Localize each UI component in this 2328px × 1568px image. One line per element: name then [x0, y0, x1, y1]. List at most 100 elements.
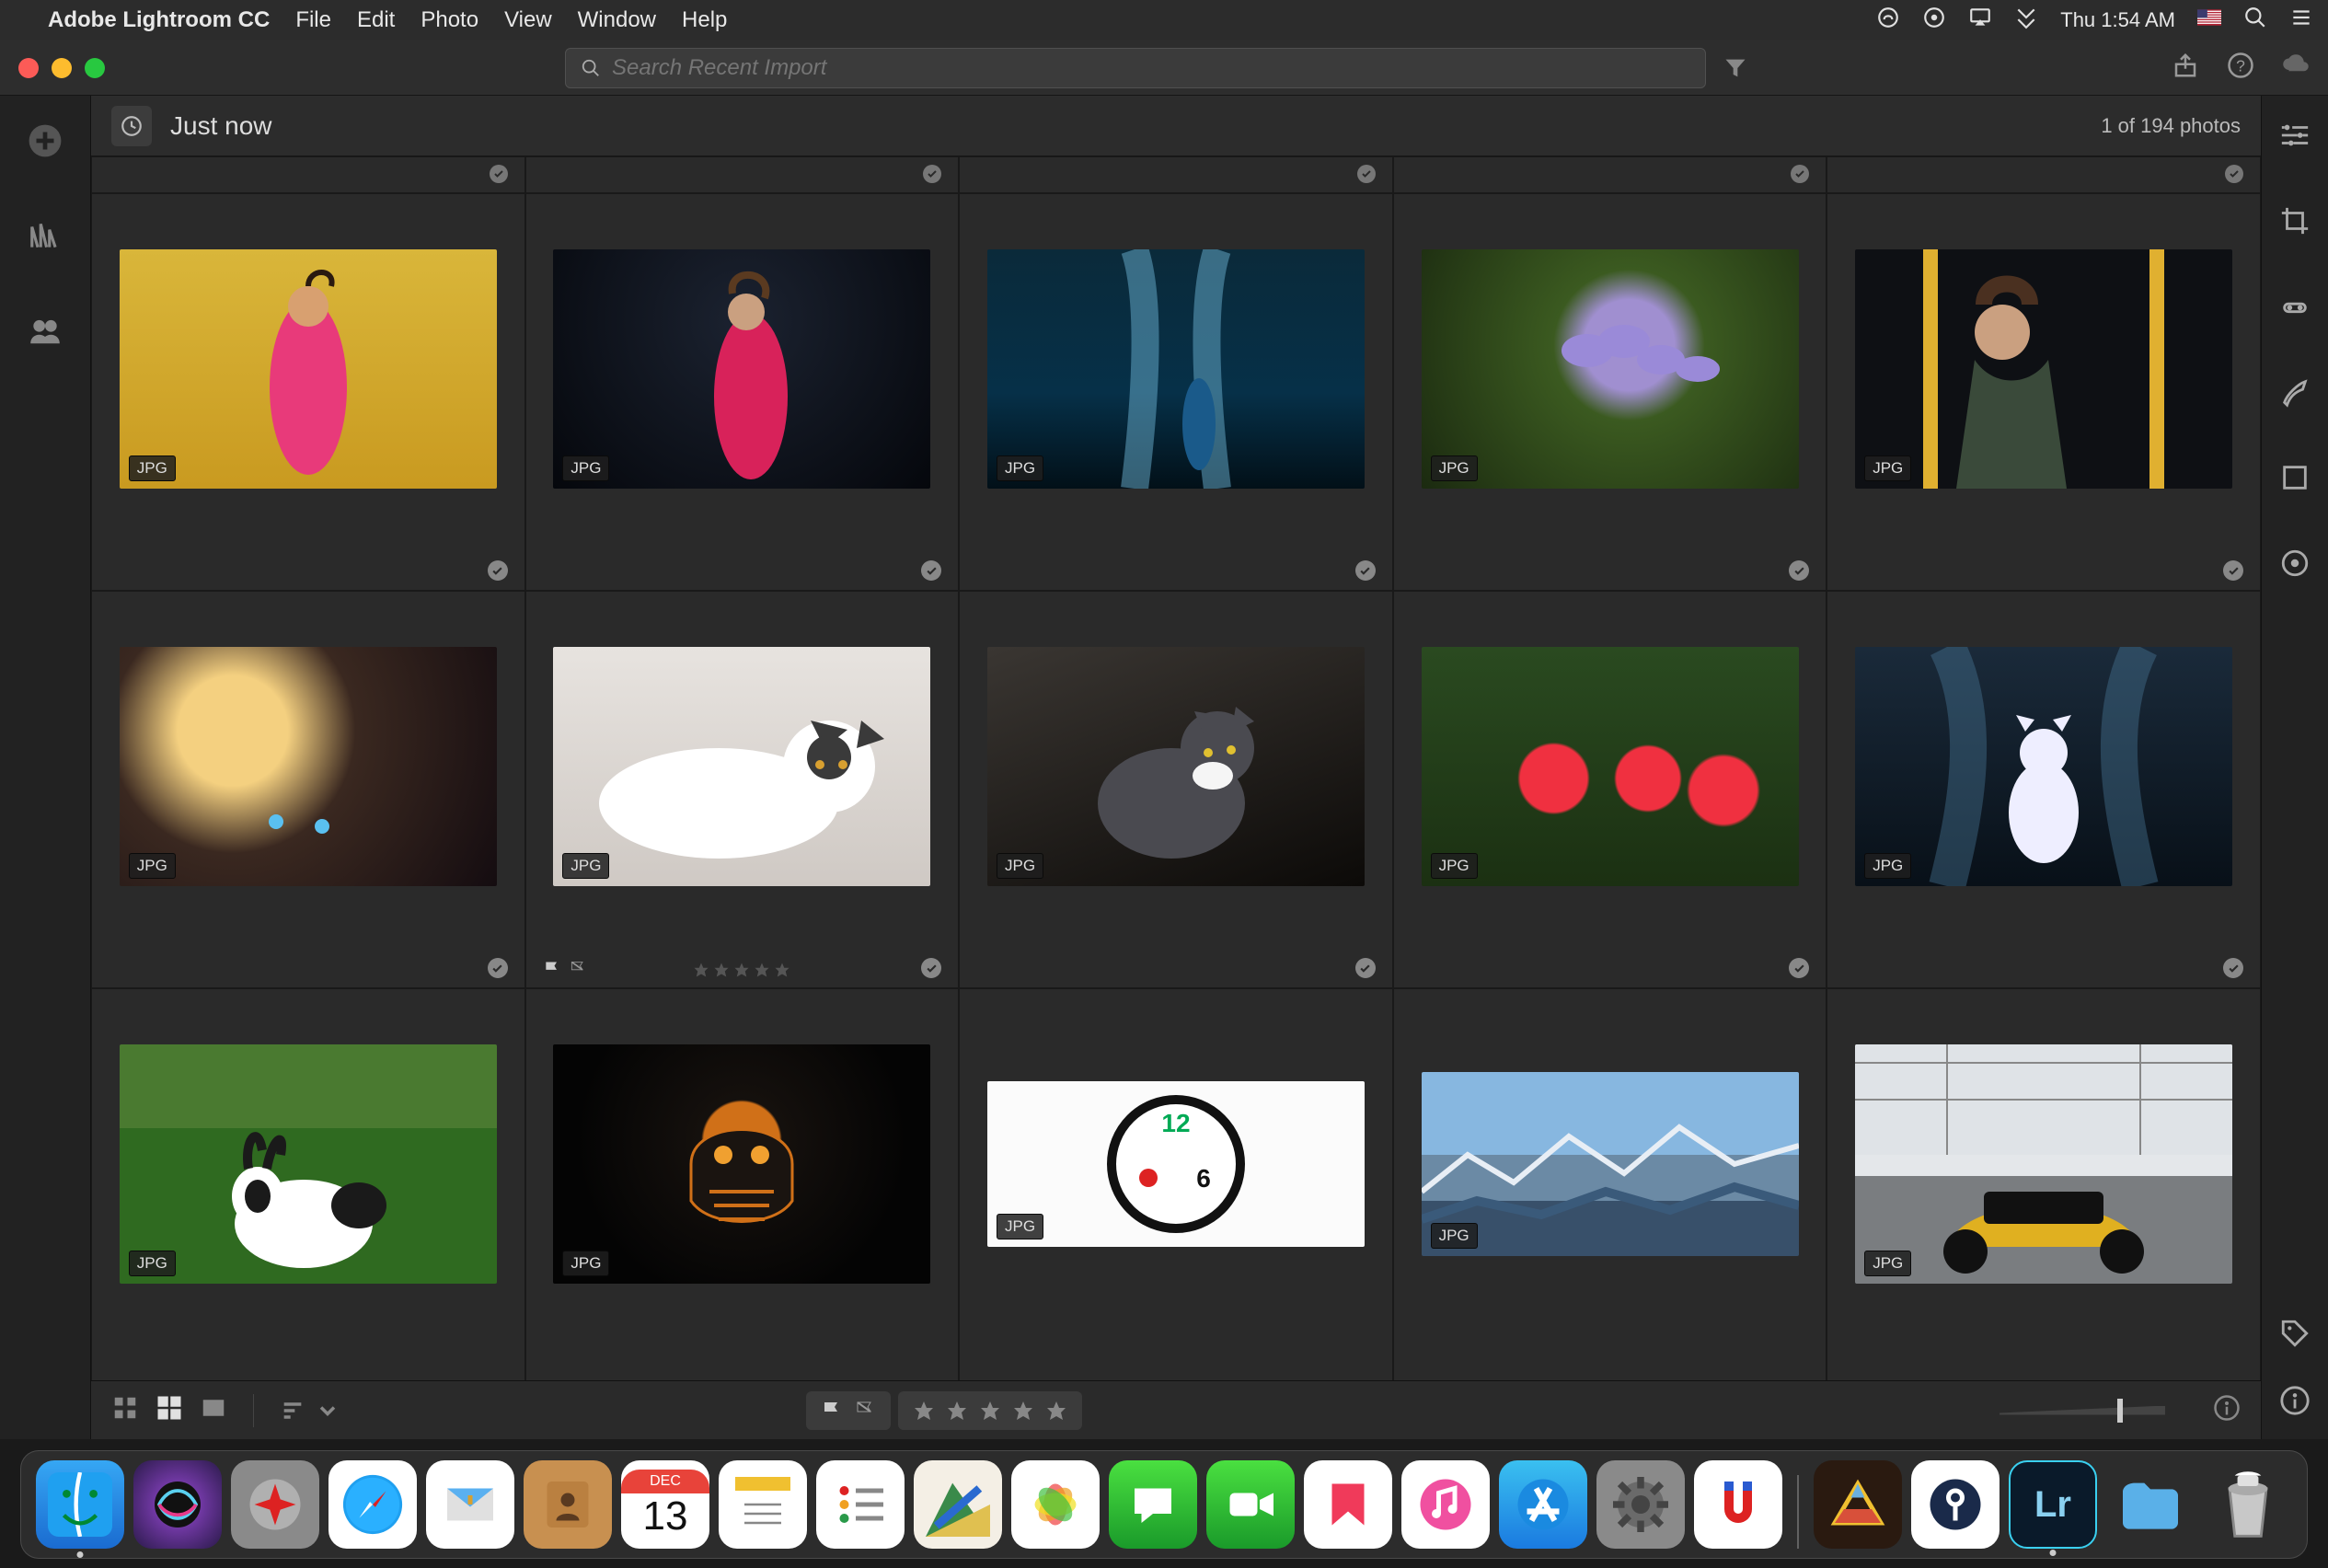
photo-thumbnail[interactable]: JPG [1422, 249, 1799, 489]
info-panel-button[interactable] [2279, 1385, 2311, 1421]
photo-cell[interactable]: JPG [1827, 193, 2261, 591]
notification-center-icon[interactable] [2289, 6, 2313, 36]
grid-view-small-button[interactable] [111, 1394, 139, 1426]
filter-icon[interactable] [1723, 48, 1748, 88]
photo-thumbnail[interactable]: JPG [1855, 1044, 2232, 1284]
photo-thumbnail[interactable]: JPG [1855, 249, 2232, 489]
creative-cloud-icon[interactable] [1876, 6, 1900, 36]
photo-thumbnail[interactable]: JPG [1855, 647, 2232, 886]
photo-cell[interactable]: JPG [91, 591, 525, 988]
photo-thumbnail[interactable]: JPG [987, 647, 1365, 886]
photo-cell[interactable]: JPG [525, 988, 960, 1380]
dock-reminders-icon[interactable] [816, 1460, 905, 1549]
star-icon[interactable] [1012, 1400, 1034, 1422]
dock-messages-icon[interactable] [1109, 1460, 1197, 1549]
photo-thumbnail[interactable]: JPG [553, 647, 930, 886]
photo-cell[interactable]: JPG [1827, 988, 2261, 1380]
spotlight-icon[interactable] [2243, 6, 2267, 36]
add-photos-button[interactable] [28, 123, 63, 163]
photo-cell[interactable]: JPG [959, 591, 1393, 988]
dock-appstore-icon[interactable] [1499, 1460, 1587, 1549]
dock-itunes-icon[interactable] [1401, 1460, 1490, 1549]
linear-gradient-button[interactable] [2279, 462, 2311, 498]
dock-maps-icon[interactable] [914, 1460, 1002, 1549]
dock-news-icon[interactable] [1304, 1460, 1392, 1549]
dock-trash-icon[interactable] [2204, 1460, 2292, 1549]
dock-facetime-icon[interactable] [1206, 1460, 1295, 1549]
dock-imovie-icon[interactable] [1814, 1460, 1902, 1549]
dock-magnet-icon[interactable] [1694, 1460, 1782, 1549]
photo-cell[interactable]: JPG [1393, 591, 1827, 988]
dock-calendar-icon[interactable]: DEC 13 [621, 1460, 709, 1549]
flag-filter-pill[interactable] [806, 1391, 891, 1430]
rating-filter-pill[interactable] [898, 1391, 1082, 1430]
photo-cell[interactable]: 126 JPG [959, 988, 1393, 1380]
dock-downloads-icon[interactable] [2106, 1460, 2195, 1549]
app-name[interactable]: Adobe Lightroom CC [48, 7, 270, 33]
photo-thumbnail[interactable]: JPG [1422, 1072, 1799, 1256]
star-icon[interactable] [913, 1400, 935, 1422]
sharing-button[interactable] [28, 313, 63, 352]
dock-finder-icon[interactable] [36, 1460, 124, 1549]
photo-cell[interactable]: JPG [1393, 988, 1827, 1380]
menu-photo[interactable]: Photo [421, 7, 478, 33]
dock-mail-icon[interactable] [426, 1460, 514, 1549]
star-icon[interactable] [979, 1400, 1001, 1422]
info-button[interactable] [2213, 1394, 2241, 1426]
dock-1password-icon[interactable] [1911, 1460, 2000, 1549]
status-menu-icon[interactable] [2014, 6, 2038, 36]
photo-thumbnail[interactable]: JPG [553, 249, 930, 489]
photo-thumbnail[interactable]: JPG [987, 249, 1365, 489]
photo-cell[interactable]: JPG [1393, 193, 1827, 591]
recent-clock-button[interactable] [111, 106, 152, 146]
star-icon[interactable] [946, 1400, 968, 1422]
brush-tool-button[interactable] [2279, 376, 2311, 412]
status-icon[interactable] [1922, 6, 1946, 36]
photo-thumbnail[interactable]: 126 JPG [987, 1081, 1365, 1247]
photo-thumbnail[interactable]: JPG [120, 647, 497, 886]
photo-cell[interactable]: JPG [1827, 591, 2261, 988]
photo-thumbnail[interactable]: JPG [120, 249, 497, 489]
menu-view[interactable]: View [504, 7, 552, 33]
dock-system-preferences-icon[interactable] [1596, 1460, 1685, 1549]
crop-tool-button[interactable] [2279, 205, 2311, 241]
window-zoom-button[interactable] [85, 58, 105, 78]
grid-view-large-button[interactable] [156, 1394, 183, 1426]
photo-thumbnail[interactable]: JPG [553, 1044, 930, 1284]
star-icon[interactable] [1045, 1400, 1067, 1422]
edit-panel-button[interactable] [2279, 120, 2311, 156]
photo-grid-scroll[interactable]: JPG JPG JPG [91, 156, 2261, 1380]
photo-thumbnail[interactable]: JPG [1422, 647, 1799, 886]
search-field[interactable] [565, 48, 1706, 88]
menu-help[interactable]: Help [682, 7, 727, 33]
sort-button[interactable] [280, 1398, 340, 1424]
airplay-icon[interactable] [1968, 6, 1992, 36]
dock-contacts-icon[interactable] [524, 1460, 612, 1549]
radial-gradient-button[interactable] [2279, 548, 2311, 583]
photo-thumbnail[interactable]: JPG [120, 1044, 497, 1284]
cloud-sync-icon[interactable] [2282, 52, 2310, 84]
menu-file[interactable]: File [295, 7, 331, 33]
dock-launchpad-icon[interactable] [231, 1460, 319, 1549]
photo-cell[interactable]: JPG [525, 193, 960, 591]
flag-reject-icon[interactable] [854, 1400, 876, 1422]
menubar-clock[interactable]: Thu 1:54 AM [2060, 8, 2175, 32]
dock-lightroom-icon[interactable]: Lr [2009, 1460, 2097, 1549]
menu-edit[interactable]: Edit [357, 7, 395, 33]
photo-cell[interactable]: JPG [525, 591, 960, 988]
photo-cell[interactable]: JPG [91, 193, 525, 591]
share-icon[interactable] [2172, 52, 2199, 84]
keywords-button[interactable] [2279, 1318, 2311, 1354]
dock-siri-icon[interactable] [133, 1460, 222, 1549]
healing-brush-button[interactable] [2279, 291, 2311, 327]
photo-cell[interactable]: JPG [91, 988, 525, 1380]
photo-cell[interactable]: JPG [959, 193, 1393, 591]
my-photos-button[interactable] [28, 218, 63, 258]
window-minimize-button[interactable] [52, 58, 72, 78]
dock-notes-icon[interactable] [719, 1460, 807, 1549]
menu-window[interactable]: Window [578, 7, 656, 33]
thumbnail-size-slider[interactable] [2000, 1406, 2165, 1415]
dock-photos-icon[interactable] [1011, 1460, 1100, 1549]
flag-pick-icon[interactable] [821, 1400, 843, 1422]
search-input[interactable] [612, 55, 1690, 81]
